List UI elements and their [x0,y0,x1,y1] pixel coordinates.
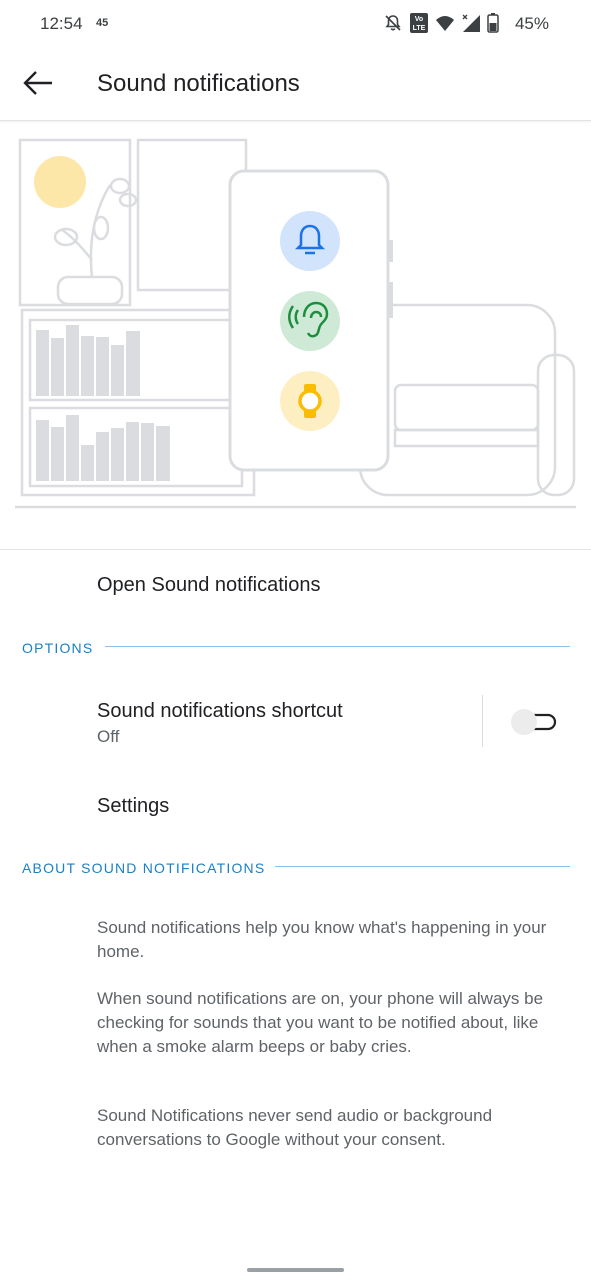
bell-icon [280,211,340,271]
back-button[interactable] [20,68,56,98]
options-header-line [105,646,570,647]
signal-icon [462,14,480,32]
open-sound-notifications-label: Open Sound notifications [97,574,321,596]
illustration-divider [0,549,591,550]
shortcut-title: Sound notifications shortcut [97,700,343,722]
battery-percent: 45% [514,14,549,33]
watch-icon [280,371,340,431]
ear-icon [280,291,340,351]
about-paragraph: Sound Notifications never send audio or … [97,1106,493,1149]
shortcut-toggle[interactable] [510,707,558,737]
wifi-icon [436,16,454,31]
bell-off-icon [385,15,401,31]
about-paragraph: When sound notifications are on, your ph… [97,989,544,1056]
open-sound-notifications-row[interactable]: Open Sound notifications [0,552,591,622]
gesture-nav-bar[interactable] [247,1268,344,1272]
sound-notifications-illustration [15,138,576,509]
about-paragraph: Sound notifications help you know what's… [97,918,547,961]
settings-row[interactable]: Settings [0,774,591,840]
battery-icon [487,13,499,33]
status-extra: 45 [96,17,109,29]
shortcut-subtitle: Off [97,727,120,746]
shortcut-separator [482,695,483,747]
arrow-back-icon [23,71,52,95]
page-title: Sound notifications [97,70,300,97]
volte-icon: Vo LTE [410,13,428,33]
status-bar: 12:54 45 Vo LTE 45% [0,0,591,48]
settings-label: Settings [97,795,170,817]
svg-text:Vo: Vo [415,16,423,23]
status-icons: Vo LTE [383,12,499,34]
shortcut-row[interactable]: Sound notifications shortcut Off [0,684,482,756]
sun-shape [34,156,86,208]
app-bar: Sound notifications [0,48,591,121]
about-header: ABOUT SOUND NOTIFICATIONS [22,860,266,876]
svg-text:LTE: LTE [413,25,426,32]
options-header: OPTIONS [22,640,94,656]
status-time: 12:54 [40,14,83,33]
about-header-line [275,866,570,867]
